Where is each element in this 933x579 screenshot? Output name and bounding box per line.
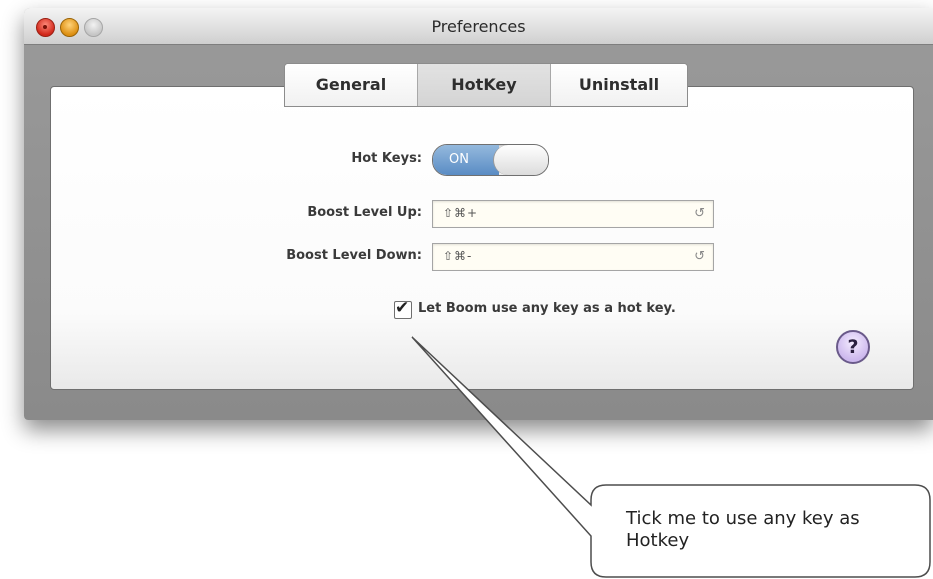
tab-uninstall[interactable]: Uninstall	[551, 64, 687, 106]
tab-hotkey[interactable]: HotKey	[418, 64, 551, 106]
tab-general[interactable]: General	[285, 64, 418, 106]
tab-bar: General HotKey Uninstall	[284, 63, 688, 107]
callout-text: Tick me to use any key as Hotkey	[626, 508, 860, 551]
